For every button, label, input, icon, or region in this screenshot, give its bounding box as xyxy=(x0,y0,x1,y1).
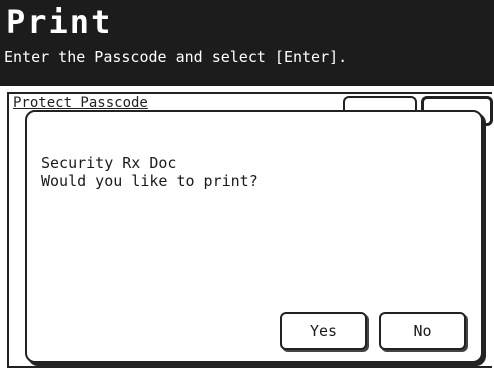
passcode-field-label: Protect Passcode xyxy=(13,95,148,111)
document-name: Security Rx Doc xyxy=(41,154,177,172)
dialog-message: Security Rx Doc Would you like to print? xyxy=(41,154,258,190)
print-question: Would you like to print? xyxy=(41,172,258,190)
no-button[interactable]: No xyxy=(379,312,466,350)
instruction-text: Enter the Passcode and select [Enter]. xyxy=(4,48,348,66)
page-title: Print xyxy=(6,3,113,41)
header-bar: Print Enter the Passcode and select [Ent… xyxy=(0,0,494,86)
yes-button[interactable]: Yes xyxy=(280,312,367,350)
confirm-print-dialog: Security Rx Doc Would you like to print?… xyxy=(25,110,483,363)
